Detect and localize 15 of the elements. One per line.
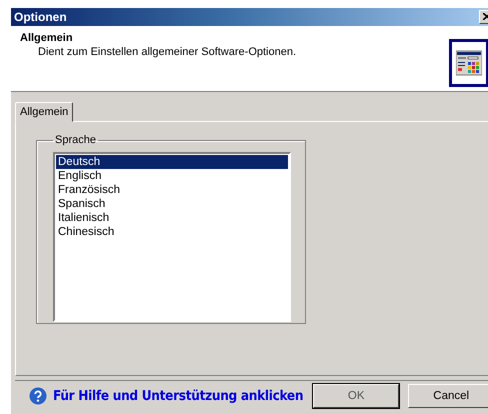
- list-item[interactable]: Deutsch: [56, 155, 288, 169]
- ok-button[interactable]: OK: [313, 384, 400, 408]
- header-title: Allgemein: [20, 32, 74, 44]
- group-title: Sprache: [54, 134, 97, 146]
- list-item[interactable]: Spanisch: [56, 197, 288, 211]
- header-description: Dient zum Einstellen allgemeiner Software-Optionen.: [38, 46, 296, 58]
- list-item[interactable]: Französisch: [56, 183, 288, 197]
- list-item[interactable]: Englisch: [56, 169, 288, 183]
- help-link[interactable]: Für Hilfe und Unterstützung anklicken: [29, 386, 304, 404]
- tab[interactable]: Allgemein: [15, 102, 74, 122]
- help-link-text[interactable]: Für Hilfe und Unterstützung anklicken: [53, 388, 304, 404]
- list-item[interactable]: Chinesisch: [56, 225, 288, 239]
- window-title: Optionen: [14, 10, 67, 24]
- cancel-button[interactable]: Cancel: [408, 384, 488, 408]
- list-item[interactable]: Italienisch: [56, 211, 288, 225]
